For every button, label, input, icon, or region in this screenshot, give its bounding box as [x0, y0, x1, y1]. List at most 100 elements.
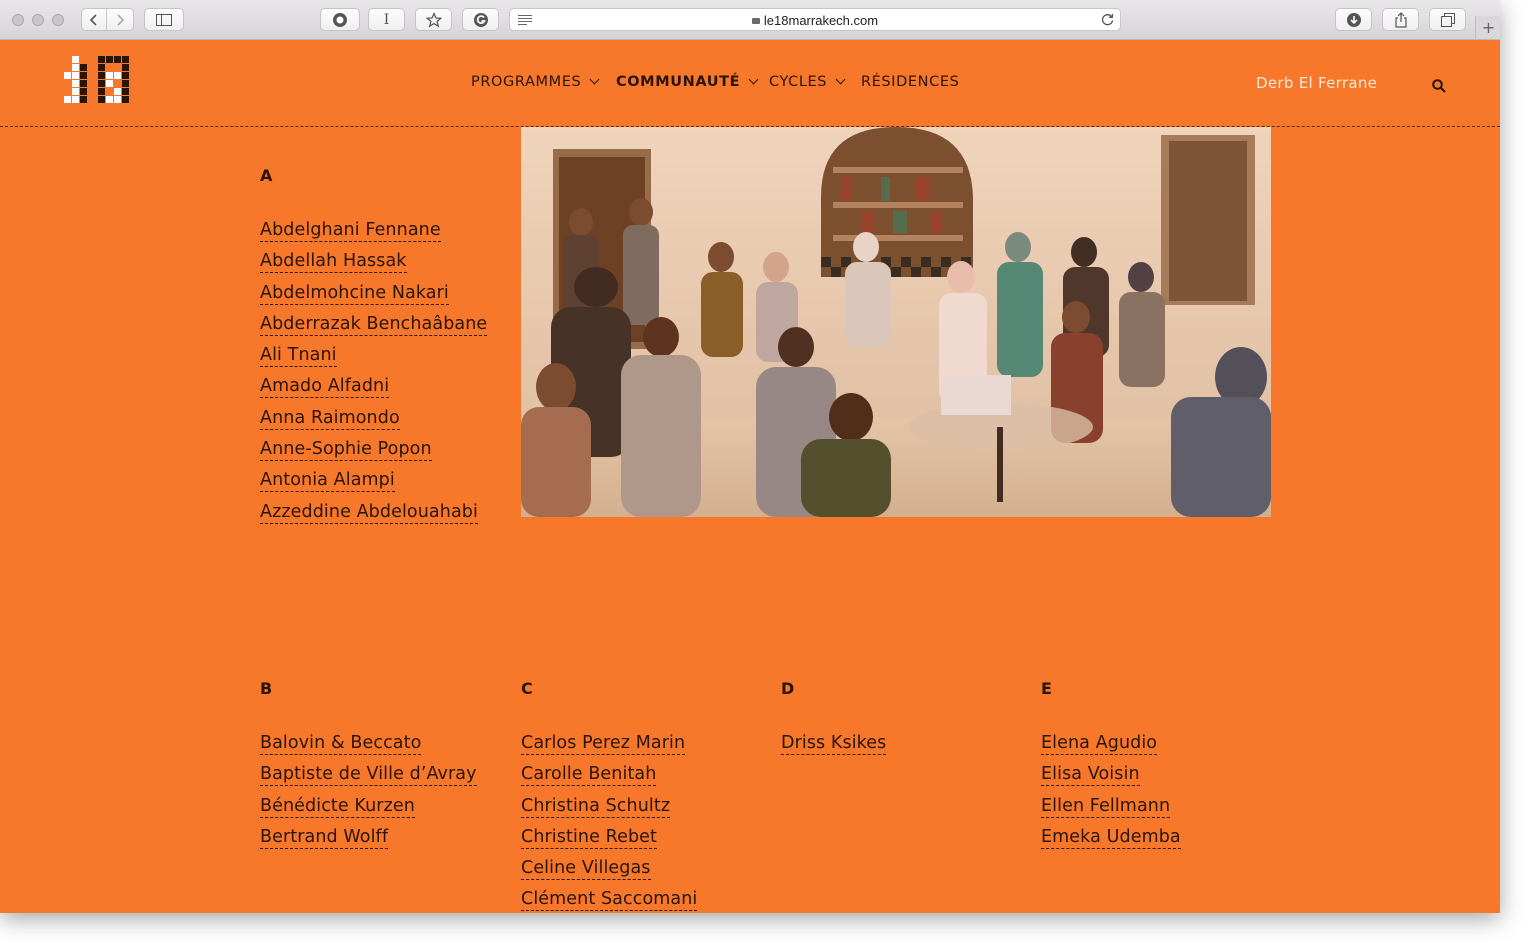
reload-icon[interactable] — [1101, 13, 1114, 26]
sidebar-icon — [156, 13, 172, 26]
new-tab-button[interactable]: + — [1475, 16, 1500, 39]
person-link[interactable]: Elena Agudio — [1041, 733, 1158, 755]
minimize-window-button[interactable] — [32, 14, 44, 26]
person-link[interactable]: Elisa Voisin — [1041, 764, 1140, 787]
place-link[interactable]: Derb El Ferrane — [1256, 74, 1377, 92]
site-logo[interactable] — [62, 56, 134, 104]
grammar-extension-button[interactable] — [462, 8, 499, 31]
list-item: Ellen Fellmann — [1041, 795, 1181, 827]
nav-cycles[interactable]: CYCLES — [769, 74, 846, 90]
person-link[interactable]: Baptiste de Ville d’Avray — [260, 764, 477, 787]
letter-heading-e: E — [1041, 679, 1052, 698]
search-icon[interactable] — [1432, 79, 1446, 93]
list-item: Abdelmohcine Nakari — [260, 282, 487, 314]
list-item: Emeka Udemba — [1041, 826, 1181, 858]
person-link[interactable]: Bertrand Wolff — [260, 826, 389, 849]
url-text: le18marrakech.com — [763, 13, 879, 28]
person-link[interactable]: Emeka Udemba — [1041, 826, 1181, 849]
person-link[interactable]: Balovin & Beccato — [260, 733, 422, 755]
list-item: Bénédicte Kurzen — [260, 795, 477, 827]
list-item: Bertrand Wolff — [260, 826, 477, 858]
nav-cycles-label: CYCLES — [769, 74, 828, 90]
list-item: Ali Tnani — [260, 345, 487, 376]
person-link[interactable]: Anna Raimondo — [260, 407, 400, 430]
reader-button[interactable]: I — [368, 8, 405, 31]
list-item: Balovin & Beccato — [260, 733, 477, 764]
nav-residences-label: RÉSIDENCES — [861, 74, 960, 90]
tabs-overview-button[interactable] — [1429, 8, 1466, 31]
person-link[interactable]: Abdelmohcine Nakari — [260, 282, 449, 305]
chevron-right-icon — [117, 13, 124, 26]
person-link[interactable]: Azzeddine Abdelouahabi — [260, 501, 478, 524]
sidebar-button[interactable] — [144, 8, 184, 31]
chevron-down-icon — [835, 74, 846, 84]
bookmark-button[interactable] — [415, 8, 452, 31]
download-icon — [1346, 12, 1361, 27]
nav-communaute[interactable]: COMMUNAUTÉ — [616, 74, 759, 90]
list-item: Clément Saccomani — [521, 889, 698, 913]
names-list-b: Balovin & Beccato Baptiste de Ville d’Av… — [260, 733, 477, 858]
person-link[interactable]: Abdelghani Fennane — [260, 220, 441, 242]
plus-icon: + — [1481, 18, 1496, 37]
list-item: Elena Agudio — [1041, 733, 1181, 764]
list-item: Driss Ksikes — [781, 733, 887, 764]
browser-toolbar: I le18marrakech.com — [0, 0, 1500, 40]
list-item: Elisa Voisin — [1041, 764, 1181, 795]
person-link[interactable]: Abderrazak Benchaâbane — [260, 313, 488, 336]
list-item: Abdellah Hassak — [260, 251, 487, 282]
list-item: Anne-Sophie Popon — [260, 439, 487, 470]
nav-residences[interactable]: RÉSIDENCES — [861, 74, 959, 90]
person-link[interactable]: Ali Tnani — [260, 345, 337, 368]
names-list-e: Elena Agudio Elisa Voisin Ellen Fellmann… — [1041, 733, 1181, 858]
share-icon — [1394, 11, 1407, 28]
close-window-button[interactable] — [12, 14, 24, 26]
extension-button[interactable] — [320, 8, 360, 31]
person-link[interactable]: Amado Alfadni — [260, 376, 390, 399]
letter-heading-c: C — [521, 679, 533, 698]
list-item: Azzeddine Abdelouahabi — [260, 501, 487, 533]
person-link[interactable]: Clément Saccomani — [521, 889, 698, 912]
list-item: Anna Raimondo — [260, 407, 487, 439]
list-item: Antonia Alampi — [260, 470, 487, 501]
compass-icon — [333, 12, 347, 27]
site-header: PROGRAMMES COMMUNAUTÉ CYCLES RÉSIDENCES … — [0, 40, 1500, 127]
person-link[interactable]: Carlos Perez Marin — [521, 733, 686, 755]
person-link[interactable]: Carolle Benitah — [521, 764, 657, 787]
person-link[interactable]: Bénédicte Kurzen — [260, 795, 415, 818]
person-link[interactable]: Ellen Fellmann — [1041, 795, 1171, 818]
nav-programmes[interactable]: PROGRAMMES — [471, 74, 600, 90]
star-icon — [425, 11, 442, 27]
letter-heading-d: D — [781, 679, 795, 698]
names-list-d: Driss Ksikes — [781, 733, 887, 764]
downloads-button[interactable] — [1335, 8, 1372, 31]
zoom-window-button[interactable] — [52, 14, 64, 26]
back-button[interactable] — [81, 8, 107, 31]
names-list-c: Carlos Perez Marin Carolle Benitah Chris… — [521, 733, 698, 913]
chevron-left-icon — [90, 13, 97, 26]
person-link[interactable]: Christina Schultz — [521, 795, 671, 818]
chevron-down-icon — [589, 74, 600, 84]
grammar-icon — [473, 12, 488, 27]
person-link[interactable]: Celine Villegas — [521, 858, 651, 881]
person-link[interactable]: Antonia Alampi — [260, 470, 395, 493]
person-link[interactable]: Christine Rebet — [521, 826, 658, 849]
nav-programmes-label: PROGRAMMES — [471, 74, 582, 90]
letter-heading-a: A — [260, 166, 273, 185]
chevron-down-icon — [748, 74, 759, 84]
person-link[interactable]: Anne-Sophie Popon — [260, 439, 432, 462]
list-item: Carolle Benitah — [521, 764, 697, 795]
list-item: Christina Schultz — [521, 795, 697, 827]
list-item: Amado Alfadni — [260, 376, 487, 407]
share-button[interactable] — [1382, 8, 1419, 31]
forward-button[interactable] — [107, 8, 134, 31]
list-item: Christine Rebet — [521, 826, 697, 858]
list-item: Abdelghani Fennane — [260, 220, 487, 251]
browser-window: I le18marrakech.com + PROGRAMMES COMMUNA… — [0, 0, 1500, 913]
person-link[interactable]: Abdellah Hassak — [260, 251, 407, 274]
nav-communaute-label: COMMUNAUTÉ — [616, 74, 741, 90]
list-item: Carlos Perez Marin — [521, 733, 697, 764]
names-list-a: Abdelghani Fennane Abdellah Hassak Abdel… — [260, 220, 488, 533]
person-link[interactable]: Driss Ksikes — [781, 733, 887, 755]
address-bar[interactable]: le18marrakech.com — [509, 8, 1121, 31]
list-item: Celine Villegas — [521, 858, 697, 889]
